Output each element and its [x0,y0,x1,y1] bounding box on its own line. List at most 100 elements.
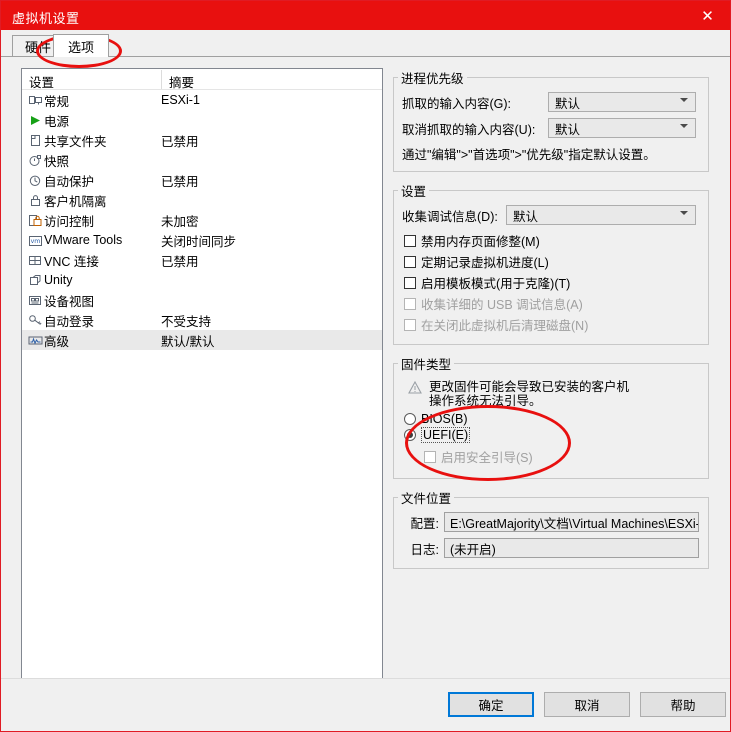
settings-list-item-7[interactable]: 访问控制 未加密 [22,210,382,230]
settings-checkbox-label: 在关闭此虚拟机后清理磁盘(N) [421,319,589,333]
debug-info-value: 默认 [513,209,539,224]
process-priority-legend: 进程优先级 [401,72,464,86]
settings-checkbox-2[interactable]: 定期记录虚拟机进度(L) [404,252,700,271]
window-title: 虚拟机设置 [12,11,80,26]
settings-list-item-3[interactable]: 共享文件夹 已禁用 [22,130,382,150]
secure-boot-label: 启用安全引导(S) [441,451,533,465]
settings-list-panel[interactable]: 设置 摘要 常规 ESXi-1 电源 共享文件夹 已禁用 快照 自动保护 已禁用 客户机隔离 访问… [21,68,383,680]
settings-list-item-12[interactable]: 自动登录 不受支持 [22,310,382,330]
tab-options[interactable]: 选项 [53,34,109,57]
settings-list-item-label: 自动登录 [44,314,95,329]
settings-list-item-summary: 未加密 [161,214,199,229]
cancel-button-label: 取消 [574,699,600,713]
log-path-label: 日志: [410,542,439,557]
settings-list-item-label: VMware Tools [44,233,123,247]
checkbox-icon [404,255,416,268]
priority-note: 通过"编辑">"首选项">"优先级"指定默认设置。 [402,148,656,162]
firmware-uefi-label: UEFI(E) [421,427,471,443]
settings-list-item-5[interactable]: 自动保护 已禁用 [22,170,382,190]
settings-checkbox-1[interactable]: 禁用内存页面修整(M) [404,231,700,250]
vm-settings-window: 虚拟机设置 ✕ 硬件 选项 设置 摘要 常规 ESXi-1 电源 共享文件夹 已禁用快照… [0,0,731,732]
settings-list-item-2[interactable]: 电源 [22,110,382,130]
settings-list-item-label: 自动保护 [44,174,95,189]
cancel-button[interactable]: 取消 [544,692,630,717]
firmware-uefi-radio[interactable]: UEFI(E) [404,427,700,443]
config-path-row: 配置: E:\GreatMajority\文档\Virtual Machines… [402,512,700,532]
tab-hardware-label: 硬件 [24,40,51,55]
settings-list-item-label: 客户机隔离 [44,194,107,209]
firmware-bios-radio[interactable]: BIOS(B) [404,412,700,426]
settings-checkbox-label: 禁用内存页面修整(M) [421,235,540,249]
radio-circle-icon [404,413,416,425]
ungrab-input-row: 取消抓取的输入内容(U): 默认 [402,118,700,138]
settings-list-item-summary: 关闭时间同步 [161,234,237,249]
ok-button[interactable]: 确定 [448,692,534,717]
advanced-wave-icon [26,334,44,347]
settings-list-item-1[interactable]: 常规 ESXi-1 [22,90,382,110]
unity-icon [26,274,44,287]
firmware-warning: 更改固件可能会导致已安装的客户机 操作系统无法引导。 [408,380,700,408]
settings-list-item-10[interactable]: Unity [22,270,382,290]
settings-list-item-label: VNC 连接 [44,254,99,269]
settings-list-item-label: 高级 [44,334,70,349]
checkbox-icon [404,297,416,310]
header-separator [161,70,162,89]
dialog-footer: 确定 取消 帮助 [1,678,730,731]
grab-input-select[interactable]: 默认 [548,92,696,112]
settings-list-rows: 常规 ESXi-1 电源 共享文件夹 已禁用 快照 自动保护 已禁用 客户机隔离 访问控制 未加密 v… [22,90,382,679]
settings-checkbox-5: 在关闭此虚拟机后清理磁盘(N) [404,315,700,334]
clock-icon [26,174,44,187]
settings-list-item-label: 设备视图 [44,294,95,309]
log-path-field[interactable]: (未开启) [444,538,699,558]
chevron-down-icon [680,211,688,216]
autologon-icon [26,314,44,327]
ok-button-label: 确定 [478,699,504,713]
settings-list-item-label: 常规 [44,94,70,109]
grab-input-row: 抓取的输入内容(G): 默认 [402,92,700,112]
options-detail-pane: 进程优先级 抓取的输入内容(G): 默认 取消抓取的输入内容(U): 默认 通过… [393,68,709,578]
settings-list-item-summary: 不受支持 [161,314,212,329]
access-lock-icon [26,214,44,227]
checkbox-icon [404,276,416,289]
settings-list-item-8[interactable]: vm VMware Tools 关闭时间同步 [22,230,382,250]
lock-icon [26,194,44,207]
tab-options-label: 选项 [67,39,94,55]
folder-icon [26,134,44,147]
settings-group-legend: 设置 [401,185,427,199]
close-icon[interactable]: ✕ [685,1,730,30]
config-path-field[interactable]: E:\GreatMajority\文档\Virtual Machines\ESX… [444,512,699,532]
grab-input-label: 抓取的输入内容(G): [402,96,512,111]
settings-list-item-6[interactable]: 客户机隔离 [22,190,382,210]
checkbox-icon [404,318,416,331]
settings-checkbox-list: 禁用内存页面修整(M) 定期记录虚拟机进度(L) 启用模板模式(用于克隆)(T) 收集… [402,231,700,334]
settings-list-item-label: 电源 [44,114,70,129]
settings-list-item-label: 访问控制 [44,214,95,229]
settings-list-item-summary: ESXi-1 [161,93,200,107]
settings-list-item-4[interactable]: 快照 [22,150,382,170]
settings-list-item-13[interactable]: 高级 默认/默认 [22,330,382,350]
settings-list-item-11[interactable]: 设备视图 [22,290,382,310]
settings-list-item-9[interactable]: VNC 连接 已禁用 [22,250,382,270]
list-header: 设置 摘要 [22,69,382,90]
settings-list-item-summary: 已禁用 [161,254,199,269]
debug-info-label: 收集调试信息(D): [402,209,498,224]
file-location-group: 文件位置 配置: E:\GreatMajority\文档\Virtual Mac… [393,488,709,569]
ungrab-input-select[interactable]: 默认 [548,118,696,138]
settings-checkbox-label: 启用模板模式(用于克隆)(T) [421,277,571,291]
settings-checkbox-3[interactable]: 启用模板模式(用于克隆)(T) [404,273,700,292]
vnc-icon [26,254,44,267]
tab-strip: 硬件 选项 [1,30,730,57]
debug-info-select[interactable]: 默认 [506,205,696,225]
snapshot-clock-icon [26,154,44,167]
ungrab-input-value: 默认 [555,122,581,137]
settings-list-item-summary: 默认/默认 [161,334,215,349]
firmware-bios-label: BIOS(B) [421,412,468,426]
help-button[interactable]: 帮助 [640,692,726,717]
device-view-icon [26,294,44,307]
settings-list-item-summary: 已禁用 [161,174,199,189]
settings-list-item-label: Unity [44,273,73,287]
svg-text:vm: vm [30,238,40,245]
radio-circle-selected-icon [404,429,416,441]
settings-list-item-label: 快照 [44,154,70,169]
settings-checkbox-label: 收集详细的 USB 调试信息(A) [421,298,583,312]
